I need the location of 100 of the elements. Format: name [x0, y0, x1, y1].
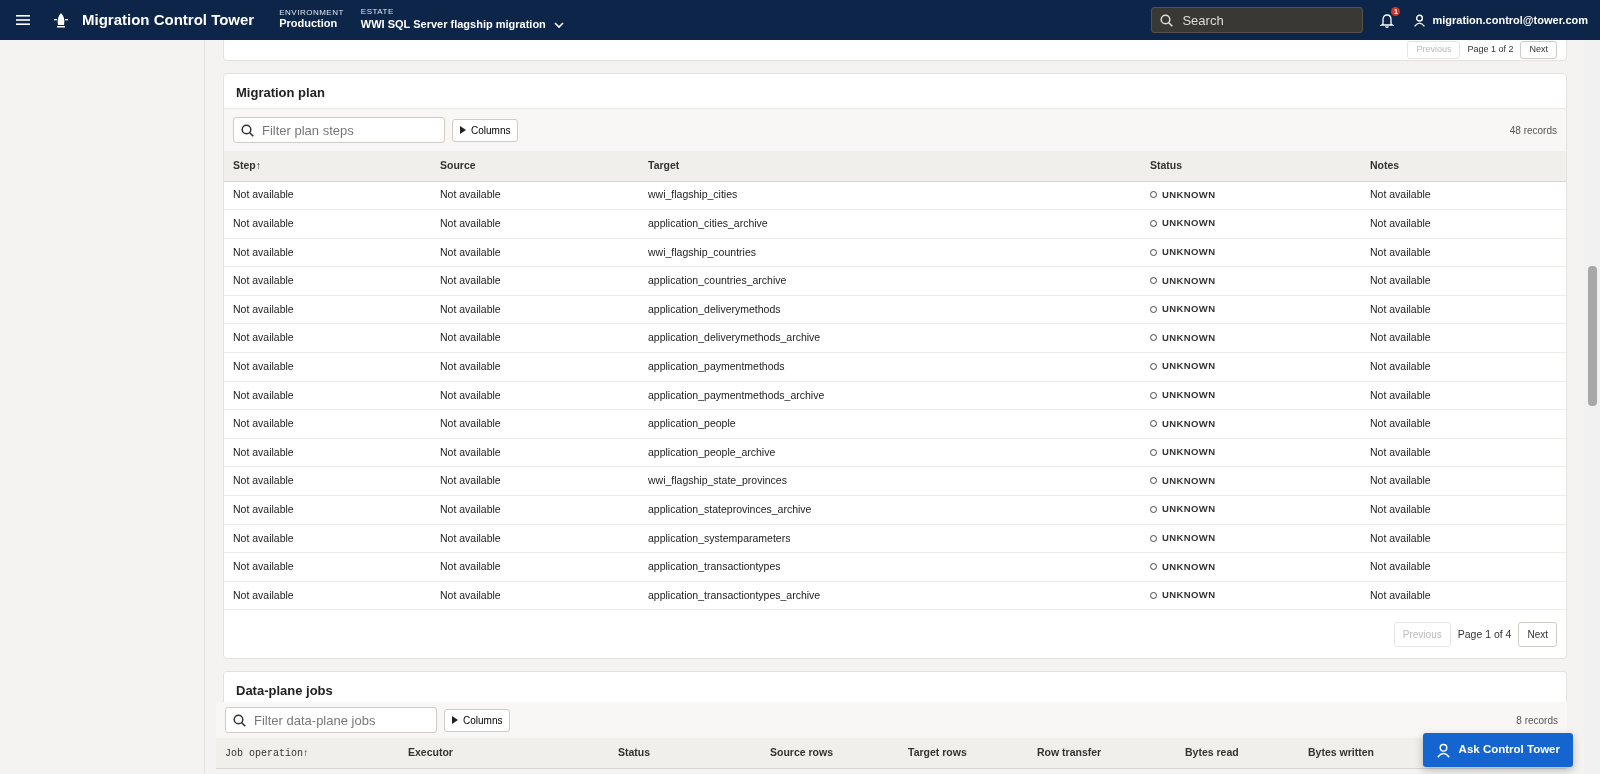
table-cell: Not available: [431, 238, 639, 267]
status-label: UNKNOWN: [1150, 302, 1216, 317]
table-cell: Not available: [1361, 209, 1566, 239]
status-label: UNKNOWN: [1150, 387, 1216, 403]
table-cell: Not available: [431, 181, 639, 210]
column-header[interactable]: Executor: [399, 738, 609, 769]
next-button[interactable]: Next: [1518, 621, 1557, 647]
table-cell: Not available: [1361, 524, 1566, 553]
table-cell: Not available: [1361, 266, 1566, 296]
section-title: Data-plane jobs: [235, 682, 334, 701]
filter-field[interactable]: Filter data-plane jobs: [225, 707, 437, 734]
table-cell: Not available: [1361, 495, 1566, 525]
table-cell: Not available: [224, 266, 431, 296]
table-cell: application_transactiontypes: [639, 552, 1141, 582]
table-cell: application_paymentmethods_archive: [639, 381, 1141, 410]
table-cell: Not available: [224, 438, 431, 467]
column-header[interactable]: Status: [1141, 151, 1361, 181]
table-cell: Not available: [1361, 581, 1566, 610]
status-label: UNKNOWN: [1150, 245, 1216, 260]
table-cell: Not available: [224, 524, 431, 553]
person-icon: [1435, 742, 1451, 758]
table-cell: Not available: [431, 466, 639, 496]
environment-label: ENVIRONMENT: [279, 9, 344, 18]
next-button[interactable]: Next: [1520, 41, 1557, 59]
column-header[interactable]: Step↑: [224, 151, 431, 181]
page-indicator: Page 1 of 4: [1457, 626, 1512, 642]
status-label: UNKNOWN: [1150, 216, 1216, 231]
table-cell: Not available: [224, 352, 431, 382]
columns-button[interactable]: Columns: [444, 708, 511, 732]
table-cell: application_transactiontypes_archive: [639, 581, 1141, 610]
status-label: UNKNOWN: [1150, 330, 1216, 345]
table-cell: Not available: [224, 495, 431, 525]
table-cell: Not available: [224, 581, 431, 610]
table-cell: Not available: [431, 581, 639, 610]
table-cell: Not available: [1361, 438, 1566, 467]
table-cell: Not available: [431, 438, 639, 467]
table-cell: application_deliverymethods_archive: [639, 323, 1141, 353]
column-header[interactable]: Target rows: [899, 738, 1028, 769]
table-cell: Not available: [1361, 352, 1566, 382]
status-label: UNKNOWN: [1150, 187, 1216, 203]
table-cell: application_people: [639, 409, 1141, 439]
table-cell: Not available: [431, 209, 639, 239]
table-cell: application_systemparameters: [639, 524, 1141, 553]
table-cell: application_cities_archive: [639, 209, 1141, 239]
ask-assistant-button[interactable]: Ask Control Tower: [1422, 733, 1573, 767]
search-icon: [233, 714, 246, 728]
column-header[interactable]: Target: [639, 151, 1141, 181]
status-label: UNKNOWN: [1150, 588, 1216, 603]
column-header[interactable]: Source: [431, 151, 639, 181]
table-cell: wwi_flagship_state_provinces: [639, 466, 1141, 496]
table-cell: Not available: [431, 552, 639, 582]
triangle-right-icon: [452, 716, 458, 725]
triangle-right-icon: [460, 126, 466, 134]
column-header[interactable]: Bytes written: [1299, 738, 1417, 769]
column-header[interactable]: Source rows: [761, 738, 899, 769]
status-label: UNKNOWN: [1150, 273, 1216, 288]
table-cell: Not available: [431, 295, 639, 324]
columns-button[interactable]: Columns: [452, 118, 519, 142]
status-label: UNKNOWN: [1150, 559, 1216, 574]
column-header[interactable]: Status: [609, 738, 761, 769]
table-cell: Not available: [431, 524, 639, 553]
user-menu[interactable]: migration.control@tower.com: [1413, 11, 1588, 29]
table-cell: Not available: [1361, 181, 1566, 210]
table-cell: wwi_flagship_countries: [639, 238, 1141, 267]
bell-icon: [1380, 12, 1395, 28]
column-header[interactable]: Bytes read: [1176, 738, 1299, 769]
filter-field[interactable]: Filter plan steps: [233, 117, 445, 143]
search-field[interactable]: Search: [1151, 7, 1364, 33]
table-cell: Not available: [224, 238, 431, 267]
table-cell: Not available: [224, 323, 431, 353]
column-header[interactable]: Notes: [1361, 151, 1566, 181]
status-label: UNKNOWN: [1150, 530, 1216, 546]
table-cell: Not available: [431, 352, 639, 382]
table-cell: Not available: [1361, 238, 1566, 267]
estate-selector[interactable]: WWI SQL Server flagship migration: [360, 18, 564, 32]
table-cell: Not available: [1361, 466, 1566, 496]
status-label: UNKNOWN: [1150, 473, 1216, 488]
column-header[interactable]: Row transfer: [1028, 738, 1176, 769]
table-cell: Not available: [224, 409, 431, 439]
table-cell: Not available: [224, 295, 431, 324]
status-label: UNKNOWN: [1150, 416, 1216, 431]
table-cell: Not available: [431, 495, 639, 525]
table-cell: application_stateprovinces_archive: [639, 495, 1141, 525]
scrollbar-thumb[interactable]: [1588, 266, 1597, 406]
table-cell: Not available: [224, 181, 431, 210]
table-cell: application_deliverymethods: [639, 295, 1141, 324]
app-title[interactable]: Migration Control Tower: [82, 8, 255, 32]
table-cell: Not available: [224, 381, 431, 410]
tower-logo-icon: [52, 11, 70, 29]
status-label: UNKNOWN: [1150, 445, 1216, 460]
table-cell: Not available: [224, 466, 431, 496]
table-cell: application_countries_archive: [639, 266, 1141, 296]
column-header[interactable]: Job operation↑: [216, 738, 399, 769]
table-cell: Not available: [431, 381, 639, 410]
record-count: 48 records: [1509, 123, 1557, 138]
table-cell: application_paymentmethods: [639, 352, 1141, 382]
menu-icon[interactable]: [16, 14, 30, 26]
table-cell: Not available: [224, 209, 431, 239]
table-cell: Not available: [1361, 323, 1566, 353]
search-icon: [241, 124, 254, 137]
